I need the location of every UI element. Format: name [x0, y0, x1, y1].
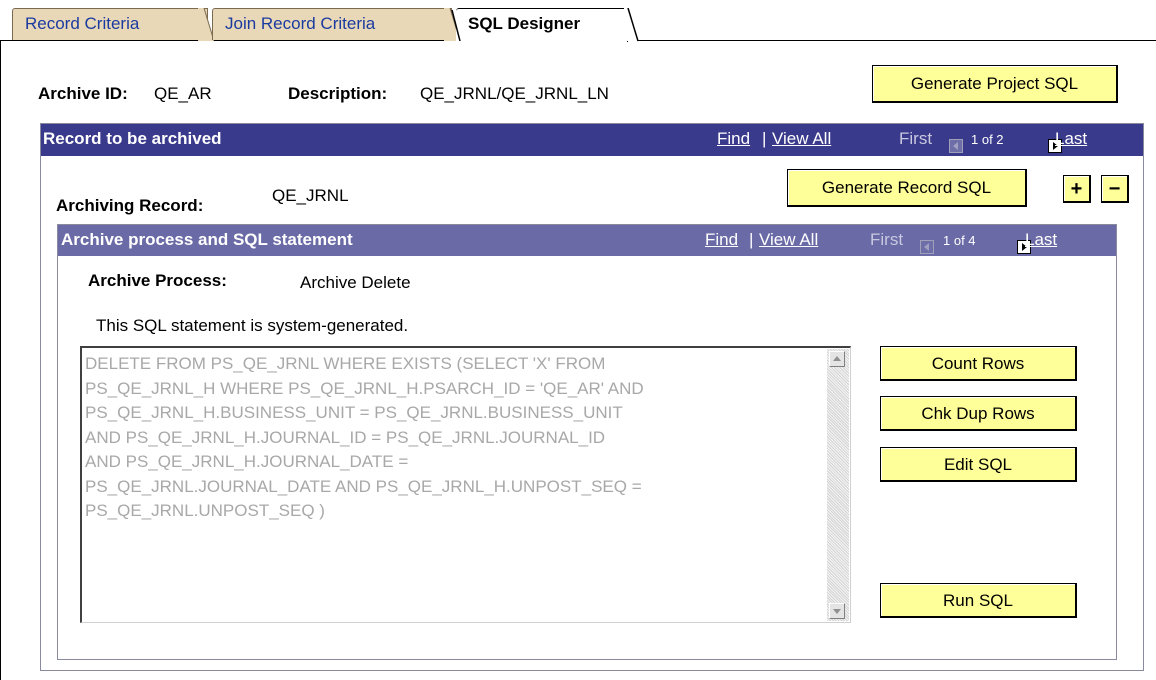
archiving-record-value: QE_JRNL: [272, 186, 349, 205]
scroll-up-icon[interactable]: [829, 351, 845, 367]
edit-sql-button[interactable]: Edit SQL: [880, 447, 1077, 482]
description-value: QE_JRNL/QE_JRNL_LN: [420, 84, 609, 103]
delete-row-button[interactable]: −: [1101, 175, 1129, 203]
tab-join-record-criteria[interactable]: Join Record Criteria: [212, 8, 452, 40]
record-grid-header: Record to be archived Find | View All Fi…: [41, 124, 1143, 156]
archive-id-label: Archive ID:: [38, 84, 128, 103]
archiving-record-label: Archiving Record:: [56, 196, 204, 215]
sql-statement-textarea[interactable]: DELETE FROM PS_QE_JRNL WHERE EXISTS (SEL…: [80, 346, 851, 623]
tab-sql-designer[interactable]: SQL Designer: [456, 8, 628, 42]
record-link-separator: |: [762, 129, 767, 148]
tab-sql-designer-label: SQL Designer: [468, 14, 581, 33]
record-first-label: First: [899, 129, 933, 148]
tab-record-criteria-label[interactable]: Record Criteria: [25, 14, 139, 33]
page-left-border: [0, 40, 1, 680]
system-generated-note: This SQL statement is system-generated.: [96, 316, 409, 335]
process-view-all-link[interactable]: View All: [759, 225, 818, 255]
generate-record-sql-button[interactable]: Generate Record SQL: [787, 169, 1027, 207]
process-grid-header: Archive process and SQL statement Find |…: [58, 225, 1116, 256]
sql-statement-text: DELETE FROM PS_QE_JRNL WHERE EXISTS (SEL…: [85, 354, 644, 520]
run-sql-button[interactable]: Run SQL: [880, 583, 1077, 618]
description-label: Description:: [288, 84, 388, 103]
record-view-all-link[interactable]: View All: [772, 124, 831, 154]
tab-join-record-criteria-label[interactable]: Join Record Criteria: [225, 14, 375, 33]
tab-record-criteria[interactable]: Record Criteria: [12, 8, 208, 40]
process-link-separator: |: [749, 230, 754, 249]
record-find-link[interactable]: Find: [717, 124, 750, 154]
record-previous-icon: [949, 139, 963, 153]
process-grid-title: Archive process and SQL statement: [61, 230, 353, 249]
scroll-down-icon[interactable]: [829, 603, 845, 619]
process-first-label: First: [870, 230, 904, 249]
archive-process-value: Archive Delete: [300, 273, 411, 292]
add-row-button[interactable]: +: [1063, 175, 1091, 203]
count-rows-button[interactable]: Count Rows: [880, 346, 1077, 381]
tab-right-slant-icon: [624, 8, 639, 42]
chk-dup-rows-button[interactable]: Chk Dup Rows: [880, 396, 1077, 431]
process-previous-icon: [920, 240, 934, 254]
archive-id-value: QE_AR: [154, 84, 212, 103]
record-position: 1 of 2: [971, 132, 1004, 147]
record-last-link[interactable]: Last: [1055, 124, 1087, 154]
record-grid-title: Record to be archived: [43, 129, 222, 148]
process-find-link[interactable]: Find: [705, 225, 738, 255]
archive-process-label: Archive Process:: [88, 271, 227, 290]
tab-left-slant-icon: [451, 9, 461, 41]
sql-scrollbar[interactable]: [827, 349, 849, 621]
process-position: 1 of 4: [943, 233, 976, 248]
generate-project-sql-button[interactable]: Generate Project SQL: [872, 65, 1118, 103]
process-last-link[interactable]: Last: [1025, 225, 1057, 255]
